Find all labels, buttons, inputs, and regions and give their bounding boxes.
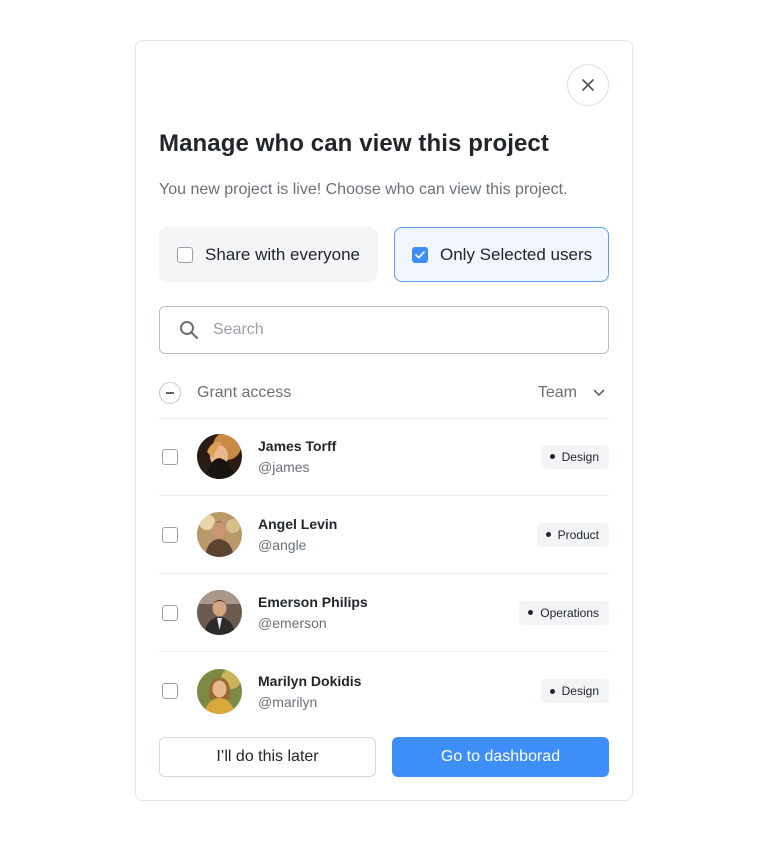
close-button[interactable] — [567, 64, 609, 106]
user-row: James Torff @james Design — [159, 418, 609, 496]
go-to-dashboard-button[interactable]: Go to dashborad — [392, 737, 609, 777]
team-badge: Product — [536, 522, 609, 547]
team-filter-label: Team — [537, 383, 577, 401]
user-checkbox[interactable] — [162, 604, 178, 621]
list-header: Grant access Team — [159, 367, 609, 419]
badge-dot-icon — [549, 454, 555, 459]
user-checkbox[interactable] — [162, 448, 178, 465]
user-row: Marilyn Dokidis @marilyn Design — [159, 652, 609, 730]
user-name: Marilyn Dokidis — [258, 672, 362, 689]
user-handle: @marilyn — [258, 693, 318, 710]
select-all-toggle[interactable] — [159, 381, 181, 404]
avatar — [197, 590, 242, 635]
only-selected-users-option[interactable]: Only Selected users — [394, 227, 609, 282]
badge-dot-icon — [545, 532, 551, 537]
badge-dot-icon — [549, 688, 555, 694]
user-name: Emerson Philips — [258, 594, 368, 610]
grant-access-label: Grant access — [197, 383, 292, 401]
team-badge-label: Operations — [540, 605, 599, 620]
team-badge-label: Design — [561, 449, 599, 464]
user-handle: @emerson — [258, 615, 327, 631]
user-row: Emerson Philips @emerson Operations — [159, 574, 609, 652]
modal-subtitle: You new project is live! Choose who can … — [159, 181, 568, 198]
user-name: Angel Levin — [258, 516, 338, 532]
search-icon — [180, 321, 199, 340]
user-checkbox[interactable] — [162, 683, 178, 699]
close-icon — [582, 79, 594, 91]
share-with-everyone-label: Share with everyone — [205, 244, 360, 264]
user-handle: @james — [258, 459, 310, 475]
share-with-everyone-checkbox[interactable] — [177, 246, 193, 263]
do-later-button[interactable]: I’ll do this later — [159, 737, 376, 777]
team-badge: Design — [540, 679, 609, 703]
badge-dot-icon — [528, 610, 534, 615]
share-with-everyone-option[interactable]: Share with everyone — [159, 227, 378, 282]
avatar — [197, 668, 242, 714]
modal-title: Manage who can view this project — [159, 130, 549, 157]
avatar — [197, 434, 242, 479]
chevron-down-icon — [593, 389, 605, 396]
only-selected-users-checkbox[interactable] — [412, 246, 428, 263]
user-row: Angel Levin @angle Product — [159, 496, 609, 574]
team-badge: Operations — [519, 600, 609, 625]
user-name: James Torff — [258, 438, 337, 454]
avatar — [197, 512, 242, 557]
user-list: James Torff @james Design Angel Levin @a… — [159, 418, 609, 730]
search-box — [159, 306, 609, 354]
team-badge-label: Design — [561, 684, 599, 698]
team-badge: Design — [540, 444, 609, 469]
share-modal: Manage who can view this project You new… — [135, 40, 633, 801]
team-badge-label: Product — [557, 527, 599, 542]
user-handle: @angle — [258, 537, 307, 553]
checkmark-icon — [415, 250, 425, 258]
search-input[interactable] — [213, 321, 593, 339]
user-checkbox[interactable] — [162, 526, 178, 543]
minus-icon — [166, 391, 174, 394]
only-selected-users-label: Only Selected users — [440, 244, 593, 264]
team-filter-dropdown[interactable]: Team — [538, 384, 609, 402]
